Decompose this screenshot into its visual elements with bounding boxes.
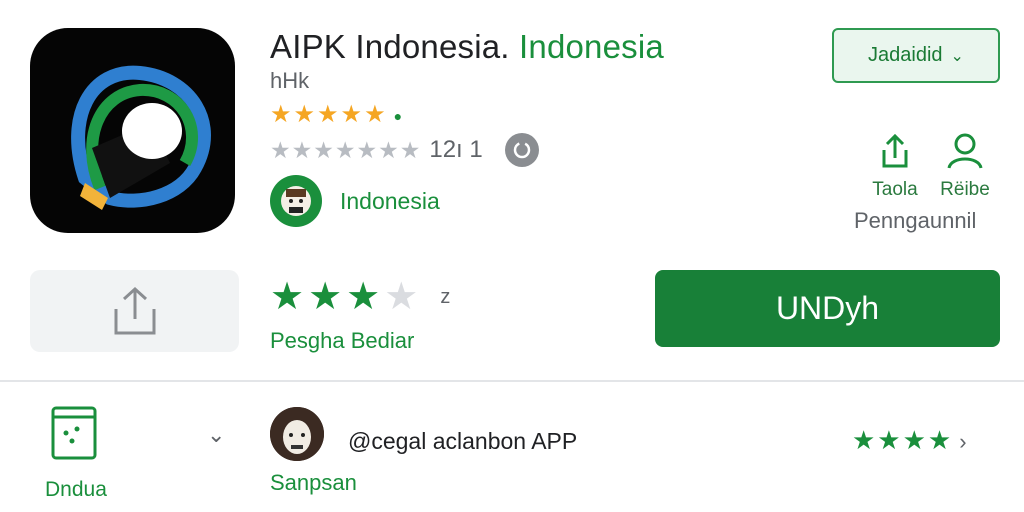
face-icon (281, 186, 311, 216)
grey-star-rating: ★★★★★★★ 12ı 1 (270, 133, 539, 167)
rating-stars[interactable]: ★ ★ ★ ★ z (270, 278, 450, 316)
face-icon (270, 407, 324, 461)
rating-label: Pesgha Bediar (270, 328, 415, 353)
star-icon: ★ (346, 276, 381, 318)
download-tab-icon[interactable] (50, 405, 98, 466)
download-tab-label[interactable]: Dndua (45, 478, 107, 502)
app-subtitle: hHk (270, 68, 310, 93)
user-icon (947, 133, 983, 169)
app-icon (30, 28, 235, 233)
user-action-label: Rëibe (940, 179, 990, 200)
rating-count: 12ı 1 (429, 136, 483, 163)
star-icon: ★ (270, 276, 305, 318)
grey-stars: ★★★★★★★ (270, 136, 422, 163)
app-logo-icon (71, 65, 211, 210)
app-title: AIPK Indonesia. Indonesia (270, 28, 664, 66)
chevron-down-icon[interactable]: ⌄ (207, 422, 225, 448)
review-star-icons: ★★★★ (852, 425, 954, 455)
star-icon: ★ (308, 276, 343, 318)
actions-caption: Penngaunnil (854, 208, 977, 233)
divider (0, 380, 1024, 382)
share-action-label: Taola (872, 179, 918, 200)
rating-number: z (440, 285, 451, 308)
dropdown-label: Jadaidid (868, 44, 943, 66)
star-empty-icon: ★ (384, 276, 419, 318)
gold-stars: ★★★★★ (270, 101, 388, 128)
share-icon (882, 133, 908, 168)
sync-icon[interactable] (504, 133, 539, 167)
chevron-right-icon: › (959, 429, 969, 454)
review-title[interactable]: @cegal aclanbon APP (348, 428, 577, 455)
developer-avatar (270, 175, 322, 227)
app-title-accent: Indonesia (519, 28, 664, 65)
dot-icon: ● (393, 107, 405, 124)
install-options-dropdown[interactable]: Jadaidid ⌄ (832, 28, 1000, 83)
share-button[interactable] (30, 270, 239, 352)
install-button[interactable]: UNDyh (655, 270, 1000, 347)
share-action[interactable]: Taola (860, 132, 930, 201)
chevron-down-icon: ⌄ (950, 47, 964, 65)
upload-icon (114, 286, 155, 335)
review-stars[interactable]: ★★★★ › (852, 425, 969, 456)
app-title-main: AIPK Indonesia. (270, 28, 510, 65)
developer-name[interactable]: Indonesia (340, 188, 440, 215)
developer-row[interactable]: Indonesia (270, 175, 440, 227)
reviewer-name: Sanpsan (270, 470, 357, 495)
gold-star-rating: ★★★★★ ● (270, 100, 404, 129)
user-action[interactable]: Rëibe (930, 132, 1000, 201)
reviewer-avatar (270, 407, 324, 461)
